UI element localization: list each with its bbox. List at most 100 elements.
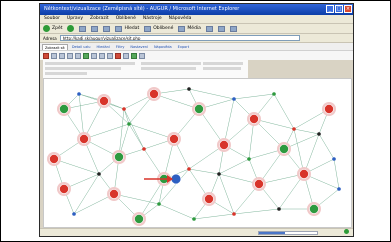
graph-edge <box>333 158 340 190</box>
graph-edge <box>153 93 200 110</box>
menu-edit[interactable]: Úpravy <box>67 15 83 23</box>
graph-node <box>114 152 124 162</box>
graph-node <box>157 202 161 206</box>
graph-edge <box>218 173 235 215</box>
status-zone <box>344 229 349 234</box>
graph-node <box>149 89 159 99</box>
zoom-out-icon[interactable] <box>59 52 65 59</box>
graph-node <box>122 107 126 111</box>
graph-node <box>59 184 69 194</box>
address-label: Adresa <box>43 36 57 41</box>
window-title: Nětkontext/vizualizace (Zeměpisná sítě) … <box>44 6 240 12</box>
menu-favorites[interactable]: Oblíbené <box>116 15 136 23</box>
save-icon[interactable] <box>123 52 129 59</box>
graph-node <box>192 217 196 221</box>
graph-node <box>279 144 289 154</box>
options-panel <box>43 60 248 78</box>
menu-bar: Soubor Úpravy Zobrazit Oblíbené Nástroje… <box>40 15 353 23</box>
graph-edge <box>128 123 145 150</box>
status-bar <box>40 228 353 236</box>
app-tab-bar: Zobrazit sít Detail uzlu Hledání Filtry … <box>40 42 353 50</box>
collapse-icon[interactable] <box>91 52 97 59</box>
menu-help[interactable]: Nápověda <box>169 15 192 23</box>
back-label: Zpět <box>52 26 63 31</box>
filter-icon[interactable] <box>99 52 105 59</box>
option-row[interactable] <box>45 67 121 70</box>
graph-node <box>49 154 59 164</box>
graph-node <box>127 122 131 126</box>
graph-node <box>254 179 264 189</box>
graph-edge <box>233 93 275 100</box>
history-icon[interactable] <box>205 25 213 32</box>
stop-icon[interactable] <box>79 25 87 32</box>
network-graph-canvas[interactable] <box>43 78 352 228</box>
minimize-button[interactable]: _ <box>326 5 334 13</box>
tab-settings[interactable]: Nastavení <box>128 43 150 50</box>
search-icon <box>115 25 123 32</box>
layout-icon[interactable] <box>43 52 49 59</box>
network-graph[interactable] <box>44 79 351 227</box>
select-icon[interactable] <box>67 52 73 59</box>
zoom-in-icon[interactable] <box>51 52 57 59</box>
graph-node <box>109 189 119 199</box>
graph-node <box>299 169 309 179</box>
graph-edge <box>233 208 280 215</box>
graph-node <box>204 194 214 204</box>
print-icon[interactable] <box>229 25 237 32</box>
favorites-button[interactable]: Oblíbené <box>144 25 173 32</box>
home-icon[interactable] <box>103 25 111 32</box>
graph-node <box>59 104 69 114</box>
refresh-icon[interactable] <box>91 25 99 32</box>
graph-node <box>79 134 89 144</box>
maximize-button[interactable]: □ <box>335 5 343 13</box>
forward-arrow-icon[interactable] <box>67 25 75 32</box>
media-icon <box>178 25 186 32</box>
graph-node <box>324 104 334 114</box>
tab-filters[interactable]: Filtry <box>114 43 127 50</box>
option-row[interactable] <box>203 62 243 65</box>
back-button[interactable]: Zpět <box>43 25 62 32</box>
menu-view[interactable]: Zobrazit <box>90 15 109 23</box>
print-graph-icon[interactable] <box>139 52 145 59</box>
menu-tools[interactable]: Nástroje <box>143 15 162 23</box>
tab-node-detail[interactable]: Detail uzlu <box>70 43 93 50</box>
graph-node <box>169 134 179 144</box>
option-row[interactable] <box>45 62 135 65</box>
graph-node <box>219 140 229 150</box>
search-button[interactable]: Hledat <box>115 25 140 32</box>
graph-node <box>272 92 276 96</box>
graph-node <box>292 127 296 131</box>
option-row[interactable] <box>141 62 201 65</box>
refresh-graph-icon[interactable] <box>131 52 137 59</box>
graph-node <box>187 87 191 91</box>
option-row[interactable] <box>45 72 87 75</box>
close-button[interactable]: × <box>344 5 352 13</box>
mail-icon[interactable] <box>217 25 225 32</box>
address-bar: Adresa http://kadi.sk/augur/vizualizace/… <box>40 33 353 42</box>
media-button[interactable]: Média <box>178 25 201 32</box>
address-input[interactable]: http://kadi.sk/augur/vizualizace/sit.php <box>59 35 300 41</box>
graph-node <box>77 92 81 96</box>
expand-icon[interactable] <box>83 52 89 59</box>
option-row[interactable] <box>141 67 196 70</box>
settings-icon[interactable] <box>107 52 113 59</box>
graph-edge <box>53 158 100 175</box>
graph-node <box>142 147 146 151</box>
pan-icon[interactable] <box>75 52 81 59</box>
graph-node <box>97 172 101 176</box>
tab-help[interactable]: Nápověda <box>152 43 174 50</box>
tab-search[interactable]: Hledání <box>94 43 111 50</box>
search-label: Hledat <box>124 26 140 31</box>
status-progress-fill <box>259 232 286 234</box>
graph-node <box>134 214 144 224</box>
option-row[interactable] <box>203 67 241 70</box>
highlight-icon[interactable] <box>115 52 121 59</box>
graph-edge <box>218 158 250 175</box>
graph-node <box>217 172 221 176</box>
graph-node <box>317 132 321 136</box>
tab-export[interactable]: Export <box>176 43 191 50</box>
graph-node <box>277 207 281 211</box>
menu-file[interactable]: Soubor <box>44 15 60 23</box>
graph-edge <box>188 168 220 175</box>
globe-icon <box>344 229 349 234</box>
